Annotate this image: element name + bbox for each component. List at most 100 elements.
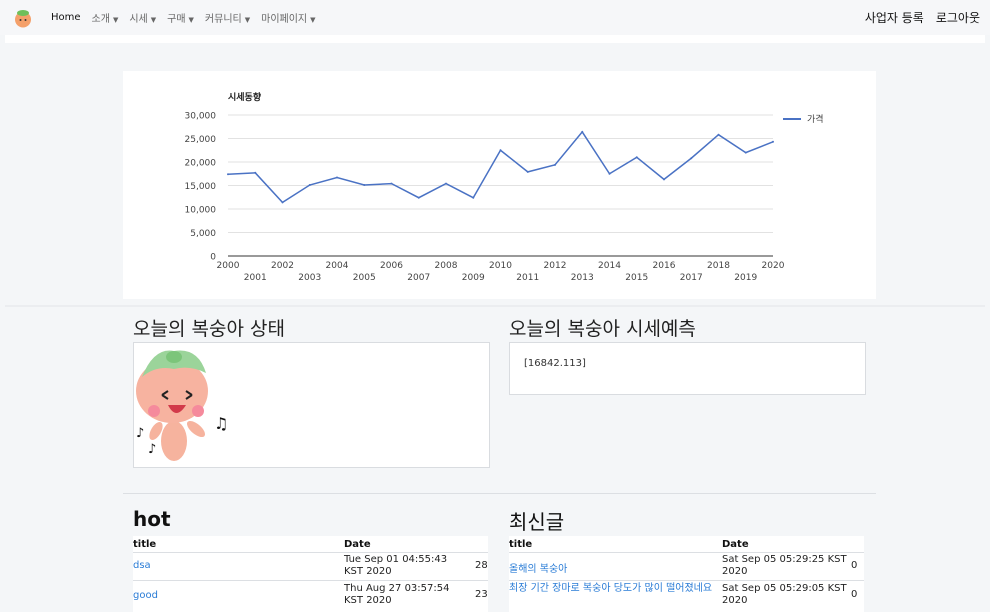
chart-y-tick-label: 10,000 <box>185 206 217 216</box>
caret-down-icon: ▼ <box>112 16 119 24</box>
status-title: 오늘의 복숭아 상태 <box>133 318 285 340</box>
chart-data-point <box>581 130 584 133</box>
latest-row-title[interactable]: 올해의 복숭아 <box>509 560 567 575</box>
chart-data-point <box>744 151 747 154</box>
chart-y-tick-label: 0 <box>210 253 216 263</box>
section-divider-2 <box>123 493 876 494</box>
hot-table: title Date dsa Tue Sep 01 04:55:43 KST 2… <box>133 536 488 612</box>
chart-legend-label: 가격 <box>807 113 824 125</box>
latest-row-date: Sat Sep 05 05:29:25 KST 2020 <box>722 554 847 577</box>
latest-row-count: 0 <box>851 560 858 571</box>
chart-data-point <box>717 133 720 136</box>
top-navbar: Home 소개 ▼ 시세 ▼ 구매 ▼ 커뮤니티 ▼ 마이페이지 ▼ 사업자 등록 로그아… <box>0 0 990 35</box>
caret-down-icon: ▼ <box>150 16 157 24</box>
hot-title: hot <box>133 507 171 531</box>
peach-logo-icon[interactable] <box>12 7 34 29</box>
nav-community-label: 커뮤니티 <box>204 14 242 25</box>
nav-intro-label: 소개 <box>91 14 110 25</box>
latest-row-count: 0 <box>851 589 858 600</box>
chart-x-tick-label: 2008 <box>435 261 458 271</box>
hot-row-date: Thu Aug 27 03:57:54 KST 2020 <box>344 583 450 606</box>
business-register-link[interactable]: 사업자 등록 <box>865 9 924 26</box>
chart-x-tick-label: 2011 <box>516 273 539 283</box>
chart-title: 시세동향 <box>228 91 262 103</box>
hot-header-date: Date <box>344 539 371 550</box>
hot-row-title[interactable]: dsa <box>133 560 151 571</box>
chart-x-tick-label: 2016 <box>653 261 676 271</box>
chart-x-tick-label: 2012 <box>544 261 567 271</box>
nav-home[interactable]: Home <box>51 12 81 23</box>
section-divider <box>5 305 985 307</box>
chart-data-point <box>308 184 311 187</box>
peach-character-image: ♫ ♪ ♪ <box>136 350 228 461</box>
nav-mypage-label: 마이페이지 <box>261 14 308 25</box>
chart-x-tick-label: 2001 <box>244 273 267 283</box>
header-spacer <box>5 35 985 43</box>
chart-data-point <box>499 149 502 152</box>
svg-text:♪: ♪ <box>136 426 144 441</box>
nav-price[interactable]: 시세 ▼ <box>129 10 156 25</box>
chart-x-tick-label: 2003 <box>298 273 321 283</box>
nav-intro[interactable]: 소개 ▼ <box>92 10 119 25</box>
chart-data-point <box>772 140 774 143</box>
chart-x-tick-label: 2020 <box>762 261 785 271</box>
table-header-divider <box>133 552 488 553</box>
chart-data-point <box>608 172 611 175</box>
hot-header-title: title <box>133 539 157 550</box>
chart-x-tick-label: 2005 <box>353 273 376 283</box>
latest-header-title: title <box>509 539 533 550</box>
chart-y-tick-label: 30,000 <box>185 112 217 122</box>
chart-x-tick-label: 2015 <box>625 273 648 283</box>
chart-data-point <box>635 156 638 159</box>
chart-x-tick-label: 2014 <box>598 261 621 271</box>
chart-x-tick-label: 2004 <box>326 261 349 271</box>
latest-table: title Date 올해의 복숭아 Sat Sep 05 05:29:25 K… <box>509 536 864 612</box>
chart-x-tick-label: 2007 <box>407 273 430 283</box>
chart-x-tick-label: 2000 <box>217 261 240 271</box>
chart-data-point <box>690 157 693 160</box>
nav-price-label: 시세 <box>129 14 148 25</box>
chart-data-point <box>363 184 366 187</box>
latest-title: 최신글 <box>509 510 565 534</box>
chart-x-tick-label: 2009 <box>462 273 485 283</box>
chart-x-tick-label: 2019 <box>734 273 757 283</box>
chart-data-point <box>417 196 420 199</box>
svg-text:♪: ♪ <box>148 442 156 457</box>
svg-text:♫: ♫ <box>214 414 228 433</box>
chart-x-tick-label: 2002 <box>271 261 294 271</box>
caret-down-icon: ▼ <box>188 16 194 24</box>
status-image-box: ♫ ♪ ♪ <box>133 342 490 468</box>
prediction-box: [16842.113] <box>509 342 866 395</box>
chart-data-point <box>227 173 229 176</box>
hot-row-date: Tue Sep 01 04:55:43 KST 2020 <box>344 554 448 577</box>
chart-x-tick-label: 2018 <box>707 261 730 271</box>
table-row-divider <box>133 580 488 581</box>
chart-data-point <box>336 176 338 179</box>
chart-data-point <box>281 201 284 204</box>
hot-row-title[interactable]: good <box>133 590 158 601</box>
chart-series-line-price <box>227 130 774 204</box>
nav-purchase[interactable]: 구매 ▼ <box>167 10 194 25</box>
chart-y-tick-label: 15,000 <box>185 182 217 192</box>
chart-x-tick-label: 2013 <box>571 273 594 283</box>
latest-row-title[interactable]: 최장 기간 장마로 복숭아 당도가 많이 떨어졌네요 <box>509 583 719 595</box>
caret-down-icon: ▼ <box>244 16 251 24</box>
hot-row-count: 28 <box>475 560 488 571</box>
chart-data-point <box>472 196 475 199</box>
chart-y-tick-label: 25,000 <box>185 135 217 145</box>
chart-x-tick-label: 2010 <box>489 261 512 271</box>
table-row-divider <box>509 580 864 581</box>
logout-link[interactable]: 로그아웃 <box>936 9 980 26</box>
prediction-title: 오늘의 복숭아 시세예측 <box>509 318 696 340</box>
prediction-value: [16842.113] <box>524 358 586 369</box>
chart-data-point <box>663 178 665 181</box>
chart-data-point <box>526 170 529 173</box>
latest-header-date: Date <box>722 539 749 550</box>
chart-y-tick-label: 5,000 <box>190 229 216 239</box>
nav-mypage[interactable]: 마이페이지 ▼ <box>261 10 315 25</box>
latest-row-date: Sat Sep 05 05:29:05 KST 2020 <box>722 583 847 606</box>
price-trend-chart-card: 시세동향 0 5,000 10,000 15,000 20,000 25,000 30,000… <box>123 71 876 299</box>
price-trend-chart: 시세동향 0 5,000 10,000 15,000 20,000 25,000 30,000… <box>185 91 824 283</box>
nav-community[interactable]: 커뮤니티 ▼ <box>205 10 250 25</box>
table-header-divider <box>509 552 864 553</box>
